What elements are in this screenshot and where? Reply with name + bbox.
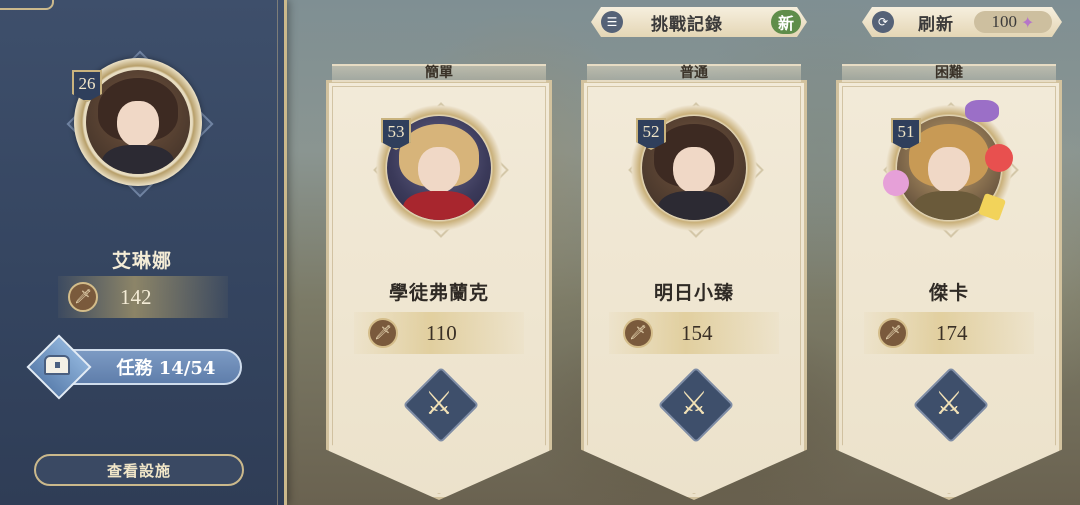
difficulty-header: 簡單 [332, 64, 546, 82]
opponent-card-normal[interactable]: 普通 52 明日小臻 🗡 154 ⚔ [581, 64, 807, 500]
sword-icon: 🗡 [368, 318, 398, 348]
player-panel: 26 艾琳娜 🗡 142 任務 14/54 查看設施 [0, 0, 287, 505]
hat-decoration [965, 100, 999, 122]
opponent-power-value: 174 [936, 320, 968, 345]
opponent-power-bar: 🗡 154 [609, 312, 779, 354]
refresh-label: 刷新 [918, 14, 954, 35]
opponent-power-value: 110 [426, 320, 457, 345]
back-tab[interactable] [0, 0, 54, 10]
view-facility-button[interactable]: 查看設施 [34, 454, 244, 486]
opponent-card-easy[interactable]: 簡單 53 學徒弗蘭克 🗡 110 ⚔ [326, 64, 552, 500]
sword-icon: 🗡 [68, 282, 98, 312]
sword-icon: 🗡 [623, 318, 653, 348]
player-power-value: 142 [120, 284, 152, 309]
sword-icon: 🗡 [878, 318, 908, 348]
balloon-decoration [883, 170, 909, 196]
player-level: 26 [78, 74, 96, 93]
opponent-card-hard[interactable]: 困難 51 傑卡 🗡 174 ⚔ [836, 64, 1062, 500]
crossed-swords-icon: ⚔ [424, 384, 454, 422]
crystal-gem-icon: ✦ [1021, 12, 1035, 32]
refresh-cost-chip: 100 ✦ [974, 11, 1052, 33]
player-power-bar: 🗡 142 [58, 276, 228, 318]
refresh-cost: 100 [991, 12, 1018, 31]
treasure-chest-icon[interactable] [26, 334, 92, 400]
battle-button[interactable]: ⚔ [402, 366, 480, 444]
new-badge: 新 [771, 10, 801, 34]
crossed-swords-icon: ⚔ [679, 384, 709, 422]
refresh-button[interactable]: ⟳ 刷新 100 ✦ [862, 7, 1062, 37]
player-avatar-frame: 26 [40, 48, 240, 208]
opponent-level: 53 [387, 122, 405, 141]
battle-button[interactable]: ⚔ [657, 366, 735, 444]
difficulty-label: 困難 [935, 65, 963, 81]
task-label: 任務 14/54 [116, 358, 216, 379]
difficulty-header: 困難 [842, 64, 1056, 82]
difficulty-label: 普通 [680, 65, 708, 81]
view-facility-label: 查看設施 [106, 461, 171, 480]
opponent-avatar-frame: 52 [626, 100, 764, 238]
balloon-decoration [985, 144, 1013, 172]
challenge-record-label: 挑戰記錄 [651, 14, 723, 35]
opponent-level: 52 [642, 122, 660, 141]
opponent-name: 明日小臻 [653, 282, 734, 304]
difficulty-header: 普通 [587, 64, 801, 82]
crossed-swords-icon: ⚔ [934, 384, 964, 422]
opponent-power-value: 154 [681, 320, 713, 345]
opponent-level: 51 [897, 122, 915, 141]
opponent-power-bar: 🗡 110 [354, 312, 524, 354]
challenge-record-button[interactable]: ☰ 挑戰記錄 新 [591, 7, 807, 37]
list-icon: ☰ [601, 11, 623, 33]
difficulty-label: 簡單 [425, 65, 453, 81]
opponent-avatar-frame: 53 [371, 100, 509, 238]
refresh-icon: ⟳ [872, 11, 894, 33]
opponent-name: 學徒弗蘭克 [388, 282, 489, 304]
opponent-avatar-frame: 51 [881, 100, 1019, 238]
battle-button[interactable]: ⚔ [912, 366, 990, 444]
opponent-name: 傑卡 [928, 282, 969, 304]
player-name: 艾琳娜 [111, 250, 172, 272]
opponent-power-bar: 🗡 174 [864, 312, 1034, 354]
